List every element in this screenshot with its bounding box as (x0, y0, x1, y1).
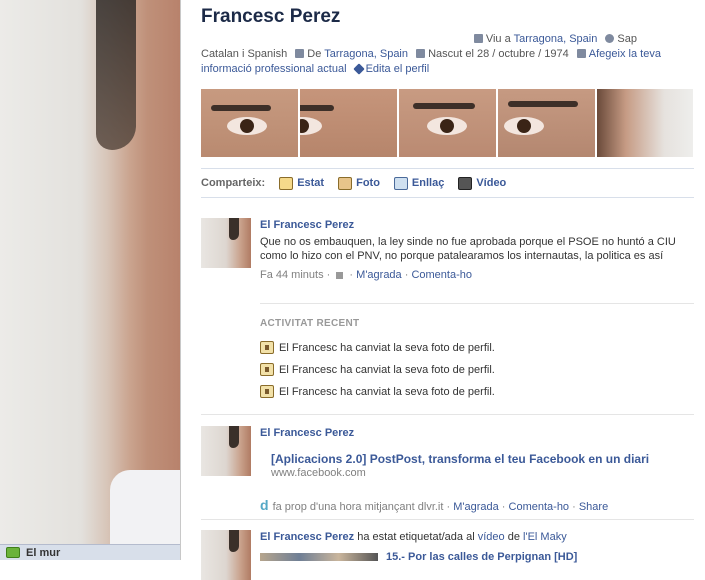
recent-activity-text: El Francesc ha canviat la seva foto de p… (279, 341, 495, 354)
profile-photo-icon (260, 385, 274, 398)
pencil-icon (352, 63, 365, 75)
avatar[interactable] (201, 530, 251, 580)
profile-info: Viu a Tarragona, Spain Sap Catalan i Spa… (201, 32, 671, 77)
story-body: El Francesc Perez ha estat etiquetat/ada… (260, 530, 690, 564)
recent-activity-text: El Francesc ha canviat la seva foto de p… (279, 363, 495, 376)
profile-picture[interactable] (0, 0, 180, 545)
photo-thumbnail[interactable] (597, 89, 693, 157)
recent-activity-title: ACTIVITAT RECENT (260, 318, 360, 329)
story-meta: d fa prop d'una hora mitjançant dlvr.it ·… (260, 497, 609, 513)
eyebrow (300, 105, 334, 111)
comment-link[interactable]: Comenta-ho (411, 269, 472, 281)
video-title[interactable]: 15.- Por las calles de Perpignan [HD] (386, 551, 577, 563)
hometown-link[interactable]: Tarragona, Spain (324, 48, 408, 60)
eye (227, 117, 267, 135)
shared-link-title[interactable]: [Aplicacions 2.0] PostPost, transforma e… (271, 452, 691, 466)
share-link-label: Enllaç (411, 177, 445, 189)
share-label: Comparteix: (201, 177, 266, 189)
wall-icon (6, 547, 20, 558)
photo-strip (201, 89, 694, 157)
story-author[interactable]: El Francesc Perez (260, 218, 690, 232)
story-author[interactable]: El Francesc Perez (260, 531, 354, 543)
recent-activity-text: El Francesc ha canviat la seva foto de p… (279, 385, 495, 398)
share-video-label: Vídeo (476, 177, 507, 189)
briefcase-icon (576, 49, 586, 58)
share-photo-button[interactable]: Foto (338, 176, 380, 190)
house-icon (473, 34, 483, 43)
share-photo-label: Foto (356, 177, 380, 189)
tagger-link[interactable]: l'El Maky (523, 531, 567, 543)
video-camera-icon (458, 176, 473, 190)
profile-picture-panel: El mur (0, 0, 180, 560)
photo-thumbnail[interactable] (498, 89, 595, 157)
profile-name: Francesc Perez (201, 6, 341, 27)
divider (201, 519, 694, 520)
status-icon (279, 176, 294, 190)
story-time[interactable]: fa prop d'una hora mitjançant dlvr.it (273, 501, 444, 513)
lives-label: Viu a (485, 33, 511, 45)
eyebrow (413, 103, 475, 109)
story-body: El Francesc Perez Que no os embauquen, l… (260, 218, 690, 282)
birthday-icon (416, 49, 426, 58)
share-link[interactable]: Share (579, 501, 608, 513)
story-headline-text: ha estat etiquetat/ada al (357, 531, 475, 543)
story-body: El Francesc Perez [Aplicacions 2.0] Post… (260, 426, 690, 513)
recent-activity-item: El Francesc ha canviat la seva foto de p… (260, 385, 495, 398)
sidebar-item-wall[interactable]: El mur (0, 544, 180, 560)
story-headline: El Francesc Perez ha estat etiquetat/ada… (260, 530, 690, 544)
recent-activity-item: El Francesc ha canviat la seva foto de p… (260, 341, 495, 354)
share-video-button[interactable]: Vídeo (458, 176, 507, 190)
share-status-button[interactable]: Estat (279, 176, 325, 190)
lives-link[interactable]: Tarragona, Spain (514, 33, 598, 45)
profile-picture-hair (96, 0, 136, 150)
dlvr-it-icon: d (260, 497, 269, 513)
languages-label: Sap (617, 33, 637, 45)
recent-activity-item: El Francesc ha canviat la seva foto de p… (260, 363, 495, 376)
camera-icon (338, 176, 353, 190)
profile-photo-icon (260, 363, 274, 376)
photo-thumbnail[interactable] (201, 89, 298, 157)
share-link-button[interactable]: Enllaç (393, 176, 445, 190)
from-label: De (307, 48, 322, 60)
comment-link[interactable]: Comenta-ho (509, 501, 570, 513)
birthday-text: Nascut el 28 / octubre / 1974 (428, 48, 569, 60)
story-headline-de: de (507, 531, 520, 543)
video-attachment: 15.- Por las calles de Perpignan [HD] (260, 550, 690, 564)
photo-thumbnail[interactable] (300, 89, 397, 157)
eye (427, 117, 467, 135)
eye (300, 117, 322, 135)
video-link[interactable]: vídeo (478, 531, 505, 543)
lock-icon (336, 272, 344, 279)
eyebrow (211, 105, 271, 111)
eye (504, 117, 544, 135)
eyebrow (508, 101, 578, 107)
like-link[interactable]: M'agrada (356, 269, 402, 281)
sidebar-item-label: El mur (26, 546, 61, 559)
link-icon (393, 176, 408, 190)
divider (260, 303, 694, 304)
divider (201, 414, 694, 415)
publisher-bar: Comparteix: Estat Foto Enllaç Vídeo (201, 168, 694, 198)
profile-picture-shirt (110, 470, 180, 550)
avatar[interactable] (201, 426, 251, 476)
story-author[interactable]: El Francesc Perez (260, 426, 690, 440)
main-column: Francesc Perez Viu a Tarragona, Spain Sa… (180, 0, 705, 580)
like-link[interactable]: M'agrada (453, 501, 499, 513)
avatar[interactable] (201, 218, 251, 268)
share-status-label: Estat (297, 177, 325, 189)
globe-icon (605, 34, 615, 43)
home-icon (295, 49, 305, 58)
story-time[interactable]: Fa 44 minuts (260, 269, 324, 281)
photo-thumbnail[interactable] (399, 89, 496, 157)
edit-profile-link[interactable]: Edita el perfil (366, 63, 430, 75)
shared-link-domain: www.facebook.com (271, 467, 366, 479)
story-meta: Fa 44 minuts · · M'agrada · Comenta-ho (260, 269, 472, 281)
languages-value: Catalan i Spanish (201, 48, 288, 60)
story-message: Que no os embauquen, la ley sinde no fue… (260, 236, 676, 262)
profile-photo-icon (260, 341, 274, 354)
shared-link: [Aplicacions 2.0] PostPost, transforma e… (271, 452, 691, 480)
